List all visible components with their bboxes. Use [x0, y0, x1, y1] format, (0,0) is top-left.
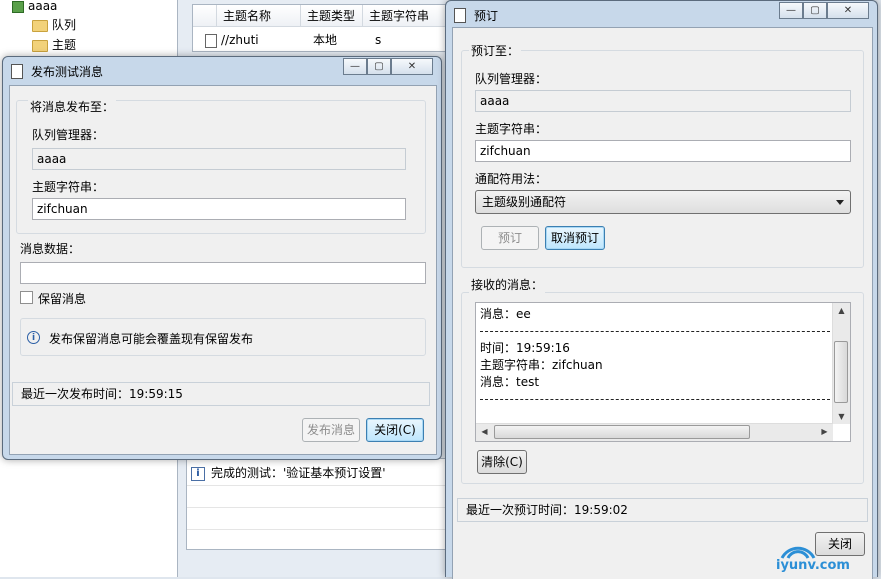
wildcard-select[interactable]: 主题级别通配符 [475, 190, 851, 214]
title-bar[interactable]: 预订 — ▢ ✕ [446, 1, 877, 29]
separator [480, 399, 830, 400]
topic-string-input[interactable]: zifchuan [32, 198, 406, 220]
queue-manager-icon [12, 0, 24, 13]
folder-icon [32, 19, 48, 32]
wildcard-value: 主题级别通配符 [482, 195, 567, 209]
dialog-title: 发布测试消息 [31, 65, 104, 79]
test-log: i 完成的测试：'验证基本预订设置' [186, 458, 448, 550]
topic-label: 主题字符串： [32, 180, 105, 194]
divider [187, 485, 447, 486]
watermark-text: iyunv.com [776, 558, 850, 573]
topic-icon [205, 33, 217, 48]
group-label: 将消息发布至： [28, 98, 117, 115]
topic-table: 主题名称 主题类型 主题字符串 //zhuti 本地 s [192, 4, 449, 52]
received-label: 接收的消息： [469, 276, 546, 293]
dialog-client: 预订至： 队列管理器： aaaa 主题字符串： zifchuan 通配符用法： … [452, 27, 873, 579]
scroll-down-icon[interactable]: ▼ [833, 412, 850, 421]
watermark-logo: iyunv.com [776, 528, 878, 574]
horizontal-scrollbar[interactable]: ◀ ▶ [476, 423, 833, 441]
retain-checkbox[interactable] [20, 291, 33, 304]
log-row[interactable]: i 完成的测试：'验证基本预订设置' [191, 463, 386, 483]
folder-icon [32, 39, 48, 52]
scroll-thumb[interactable] [494, 425, 750, 439]
caption-buttons: — ▢ ✕ [779, 2, 869, 20]
publish-status: 最近一次发布时间：19:59:15 [12, 382, 430, 406]
info-box: i 发布保留消息可能会覆盖现有保留发布 [20, 318, 426, 356]
wildcard-label: 通配符用法： [475, 172, 548, 186]
qmgr-field: aaaa [475, 90, 851, 112]
wifi-logo-icon [780, 546, 816, 559]
close-button[interactable]: 关闭(C) [366, 418, 424, 442]
separator [480, 331, 830, 332]
minimize-icon[interactable]: — [343, 58, 367, 75]
scroll-right-icon[interactable]: ▶ [816, 427, 833, 436]
qmgr-label: 队列管理器： [475, 72, 548, 86]
vertical-scrollbar[interactable]: ▲ ▼ [832, 303, 850, 424]
message-line: 时间：19:59:16 [480, 341, 570, 355]
minimize-icon[interactable]: — [779, 2, 803, 19]
clear-button[interactable]: 清除(C) [477, 450, 527, 474]
publish-dialog: 发布测试消息 — ▢ ✕ 将消息发布至： 队列管理器： aaaa 主题字符串： … [2, 56, 442, 460]
message-line: 消息：ee [480, 307, 531, 321]
subscribe-status: 最近一次预订时间：19:59:02 [457, 498, 868, 522]
info-icon: i [191, 466, 205, 481]
dialog-client: 将消息发布至： 队列管理器： aaaa 主题字符串： zifchuan 消息数据… [9, 85, 437, 455]
subscribe-button[interactable]: 预订 [481, 226, 539, 250]
scroll-left-icon[interactable]: ◀ [476, 427, 493, 436]
unsubscribe-button[interactable]: 取消预订 [545, 226, 605, 250]
divider [187, 507, 447, 508]
retain-label: 保留消息 [38, 292, 87, 306]
message-line: 消息：test [480, 375, 540, 389]
maximize-icon[interactable]: ▢ [803, 2, 827, 19]
title-bar[interactable]: 发布测试消息 — ▢ ✕ [3, 57, 441, 85]
table-header-icon [193, 5, 217, 27]
received-messages-list[interactable]: 消息：ee 时间：19:59:16 主题字符串：zifchuan 消息：test… [475, 302, 851, 442]
column-header[interactable]: 主题字符串 [363, 5, 449, 27]
table-cell-string: s [375, 33, 382, 47]
topic-string-input[interactable]: zifchuan [475, 140, 851, 162]
scroll-up-icon[interactable]: ▲ [833, 306, 850, 315]
group-label: 预订至： [469, 42, 522, 59]
message-data-label: 消息数据： [20, 242, 81, 256]
qmgr-field: aaaa [32, 148, 406, 170]
message-data-input[interactable] [20, 262, 426, 284]
qmgr-label: 队列管理器： [32, 128, 105, 142]
tree-item-qmgr[interactable]: aaaa [12, 0, 57, 16]
info-icon: i [27, 331, 40, 344]
chevron-down-icon [836, 200, 844, 205]
close-icon[interactable]: ✕ [827, 2, 869, 19]
column-header[interactable]: 主题名称 [217, 5, 301, 27]
publish-button[interactable]: 发布消息 [302, 418, 360, 442]
tree-item-topics[interactable]: 主题 [32, 35, 76, 55]
caption-buttons: — ▢ ✕ [343, 58, 433, 76]
scroll-thumb[interactable] [834, 341, 848, 403]
dialog-icon [454, 8, 466, 23]
topic-label: 主题字符串： [475, 122, 548, 136]
subscribe-dialog: 预订 — ▢ ✕ 预订至： 队列管理器： aaaa 主题字符串： zifchua… [445, 0, 878, 579]
close-icon[interactable]: ✕ [391, 58, 433, 75]
divider [187, 529, 447, 530]
tree-item-queues[interactable]: 队列 [32, 15, 76, 35]
dialog-icon [11, 64, 23, 79]
info-text: 发布保留消息可能会覆盖现有保留发布 [49, 332, 254, 346]
column-header[interactable]: 主题类型 [301, 5, 363, 27]
maximize-icon[interactable]: ▢ [367, 58, 391, 75]
dialog-title: 预订 [474, 9, 499, 23]
table-cell-name[interactable]: //zhuti [199, 29, 299, 51]
table-cell-type: 本地 [313, 33, 338, 47]
message-line: 主题字符串：zifchuan [480, 358, 603, 372]
